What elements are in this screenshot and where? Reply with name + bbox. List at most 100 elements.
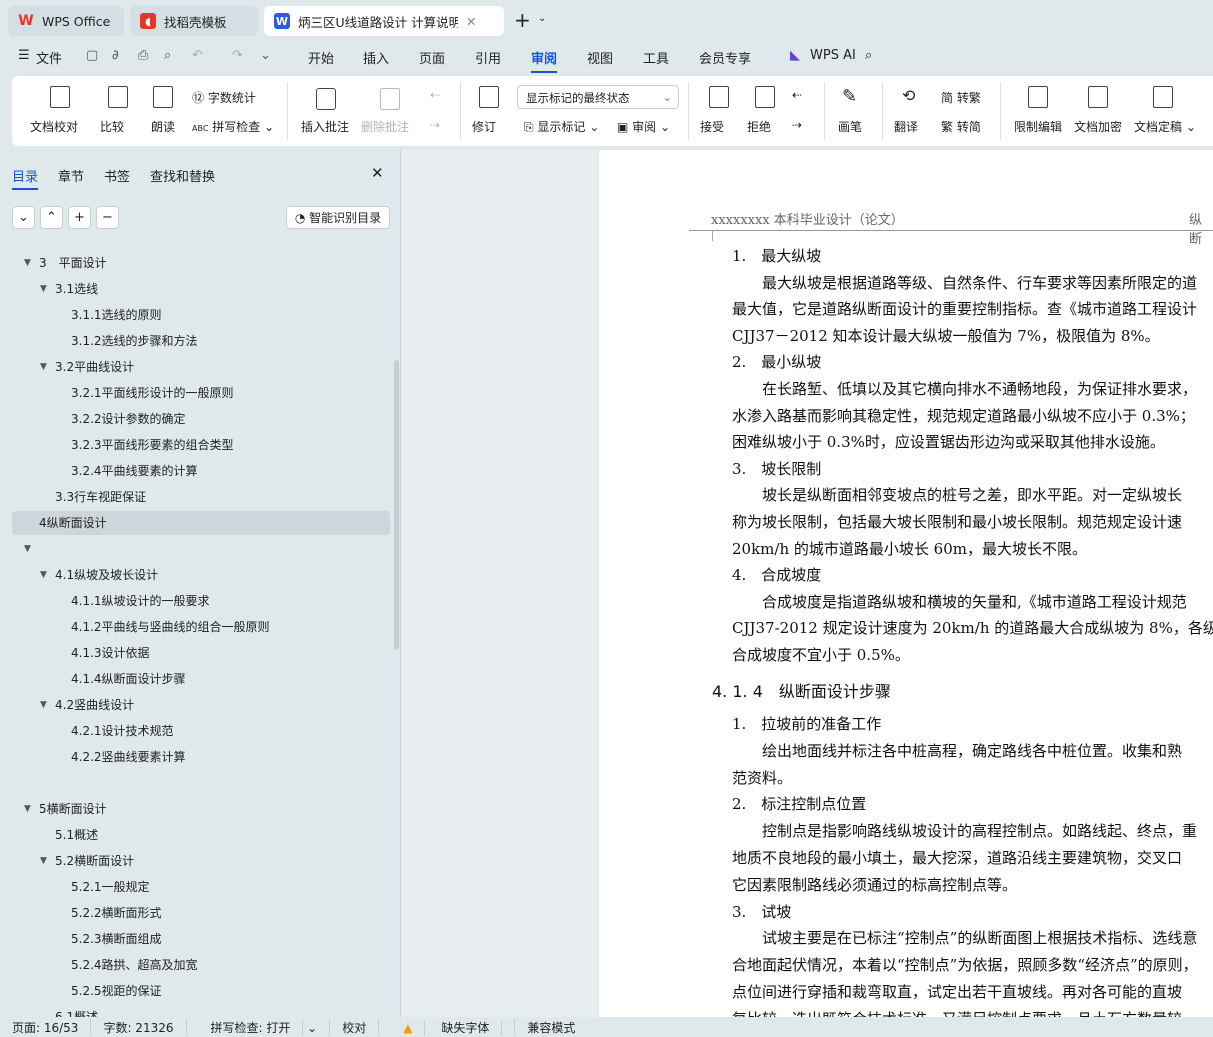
menu-tools[interactable]: 工具 [643,48,669,67]
toc-item[interactable]: 5.2.1一般规定 [0,875,400,899]
toc-item[interactable]: ▼ 4.2竖曲线设计 [0,693,400,717]
proofread-status[interactable]: 校对 [330,1018,380,1036]
print-preview-icon[interactable]: ⌕ [164,48,171,63]
markup-state-select[interactable]: 显示标记的最终状态 ⌄ [517,85,679,109]
toc-item[interactable]: 3.2.4平曲线要素的计算 [0,459,400,483]
toc-item[interactable]: 5.2.2横断面形式 [0,901,400,925]
expand-toggle-icon[interactable]: ▼ [40,563,47,587]
show-markup-button[interactable]: ⎘ 显示标记 ⌄ [524,118,599,135]
prev-comment-icon[interactable]: ⇠ [430,88,440,102]
more-chevron-icon[interactable]: ⌄ [260,48,271,63]
toc-item[interactable]: 4纵断面设计 [12,511,390,535]
restrict-edit-button[interactable]: 限制编辑 [1014,118,1062,135]
print-icon[interactable]: ⎙ [138,48,148,63]
menu-icon[interactable]: ☰ [18,48,30,63]
tab-chapters[interactable]: 章节 [58,166,84,185]
toc-item[interactable] [0,771,400,795]
toc-item[interactable]: 3.2.2设计参数的确定 [0,407,400,431]
expand-toggle-icon[interactable]: ▼ [40,693,47,717]
expand-toggle-icon[interactable]: ▼ [24,251,31,275]
menu-page[interactable]: 页面 [419,48,445,67]
search-icon[interactable]: ⌕ [865,48,872,63]
menu-reference[interactable]: 引用 [475,48,501,67]
toc-item[interactable]: 3.1.2选线的步骤和方法 [0,329,400,353]
toc-item[interactable]: ▼ 5.2横断面设计 [0,849,400,873]
redo-icon[interactable]: ↷ [232,48,243,63]
toc-item[interactable]: ▼ 4.1纵坡及坡长设计 [0,563,400,587]
toc-item[interactable]: ▼ 3.2平曲线设计 [0,355,400,379]
compare-button[interactable]: 比较 [100,118,124,135]
remove-heading-button[interactable]: − [96,206,119,229]
proofread-button[interactable]: 文档校对 [30,118,78,135]
toc-item[interactable]: 3.2.3平面线形要素的组合类型 [0,433,400,457]
prev-change-icon[interactable]: ⇠ [792,88,802,102]
file-menu[interactable]: 文件 [36,48,62,67]
close-icon[interactable]: ✕ [466,14,476,29]
read-aloud-button[interactable]: 朗读 [151,118,175,135]
collapse-up-button[interactable]: ⌃ [40,206,63,229]
to-traditional-button[interactable]: 简 转繁 [941,89,981,106]
tab-document[interactable]: W 炳三区U线道路设计 计算说明书 ✕ [264,6,504,36]
accept-button[interactable]: 接受 [700,118,724,135]
expand-toggle-icon[interactable]: ▼ [24,537,31,561]
add-heading-button[interactable]: + [68,206,91,229]
tab-toc[interactable]: 目录 [12,166,39,190]
finalize-button[interactable]: 文档定稿 ⌄ [1134,118,1196,135]
expand-toggle-icon[interactable]: ▼ [40,355,47,379]
toc-item[interactable]: 4.1.3设计依据 [0,641,400,665]
spell-check-button[interactable]: ABC 拼写检查 ⌄ [192,118,274,135]
menu-home[interactable]: 开始 [308,48,334,67]
toc-item[interactable]: 3.1.1选线的原则 [0,303,400,327]
missing-font-status[interactable]: ▲ 缺失字体 [379,1018,516,1036]
save-icon[interactable]: ▢ [86,48,98,63]
encrypt-button[interactable]: 文档加密 [1074,118,1122,135]
expand-toggle-icon[interactable]: ▼ [40,277,47,301]
smart-toc-button[interactable]: ◔ 智能识别目录 [286,206,390,229]
insert-comment-button[interactable]: 插入批注 [301,118,349,135]
toc-item[interactable]: 4.2.2竖曲线要素计算 [0,745,400,769]
document-page[interactable]: xxxxxxxx 本科毕业设计（论文） 纵断 1. 最大纵坡 最大纵坡是根据道路… [599,150,1213,1017]
tab-bookmarks[interactable]: 书签 [104,166,130,185]
word-count-button[interactable]: ⑫ 字数统计 [192,89,256,106]
toc-item[interactable]: 4.1.4纵断面设计步骤 [0,667,400,691]
wps-ai-button[interactable]: WPS AI [810,48,856,63]
to-simplified-button[interactable]: 繁 转简 [941,118,981,135]
track-changes-button[interactable]: 修订 [472,118,496,135]
chevron-down-icon[interactable]: ⌄ [538,13,546,24]
menu-member[interactable]: 会员专享 [699,48,751,67]
close-icon[interactable]: ✕ [371,164,384,182]
link-icon[interactable]: ∂ [112,48,119,63]
tab-docer[interactable]: ◖ 找稻壳模板 [130,6,258,36]
sidebar-scrollbar[interactable] [394,360,399,650]
menu-review[interactable]: 审阅 [531,48,558,73]
translate-button[interactable]: 翻译 [894,118,918,135]
spell-check-status[interactable]: 拼写检查: 打开 ⌄ [187,1018,331,1036]
toc-item[interactable]: 3.3行车视距保证 [0,485,400,509]
toc-item[interactable]: ▼ 3 平面设计 [0,251,400,275]
review-pane-button[interactable]: ▣ 审阅 ⌄ [617,118,670,135]
menu-insert[interactable]: 插入 [363,48,389,67]
new-tab-plus-icon[interactable]: + [514,8,531,32]
tab-wps-office[interactable]: W WPS Office [8,6,124,36]
toc-item[interactable]: 5.1概述 [0,823,400,847]
next-comment-icon[interactable]: ⇢ [430,118,440,132]
next-change-icon[interactable]: ⇢ [792,118,802,132]
expand-toggle-icon[interactable]: ▼ [40,849,47,873]
menu-view[interactable]: 视图 [587,48,613,67]
toc-item[interactable]: 5.2.5视距的保证 [0,979,400,1003]
toc-item[interactable]: 4.1.1纵坡设计的一般要求 [0,589,400,613]
page-indicator[interactable]: 页面: 16/53 [0,1018,92,1036]
toc-item[interactable]: 5.2.3横断面组成 [0,927,400,951]
toc-item[interactable]: ▼ 5横断面设计 [0,797,400,821]
expand-toggle-icon[interactable]: ▼ [24,797,31,821]
toc-item[interactable]: 3.2.1平面线形设计的一般原则 [0,381,400,405]
toc-item[interactable]: ▼ [0,537,400,561]
pen-button[interactable]: 画笔 [838,118,862,135]
reject-button[interactable]: 拒绝 [747,118,771,135]
expand-down-button[interactable]: ⌄ [12,206,35,229]
tab-find-replace[interactable]: 查找和替换 [150,166,215,185]
word-count[interactable]: 字数: 21326 [91,1018,187,1036]
toc-item[interactable]: ▼ 3.1选线 [0,277,400,301]
toc-item[interactable]: 4.2.1设计技术规范 [0,719,400,743]
toc-item[interactable]: 5.2.4路拱、超高及加宽 [0,953,400,977]
